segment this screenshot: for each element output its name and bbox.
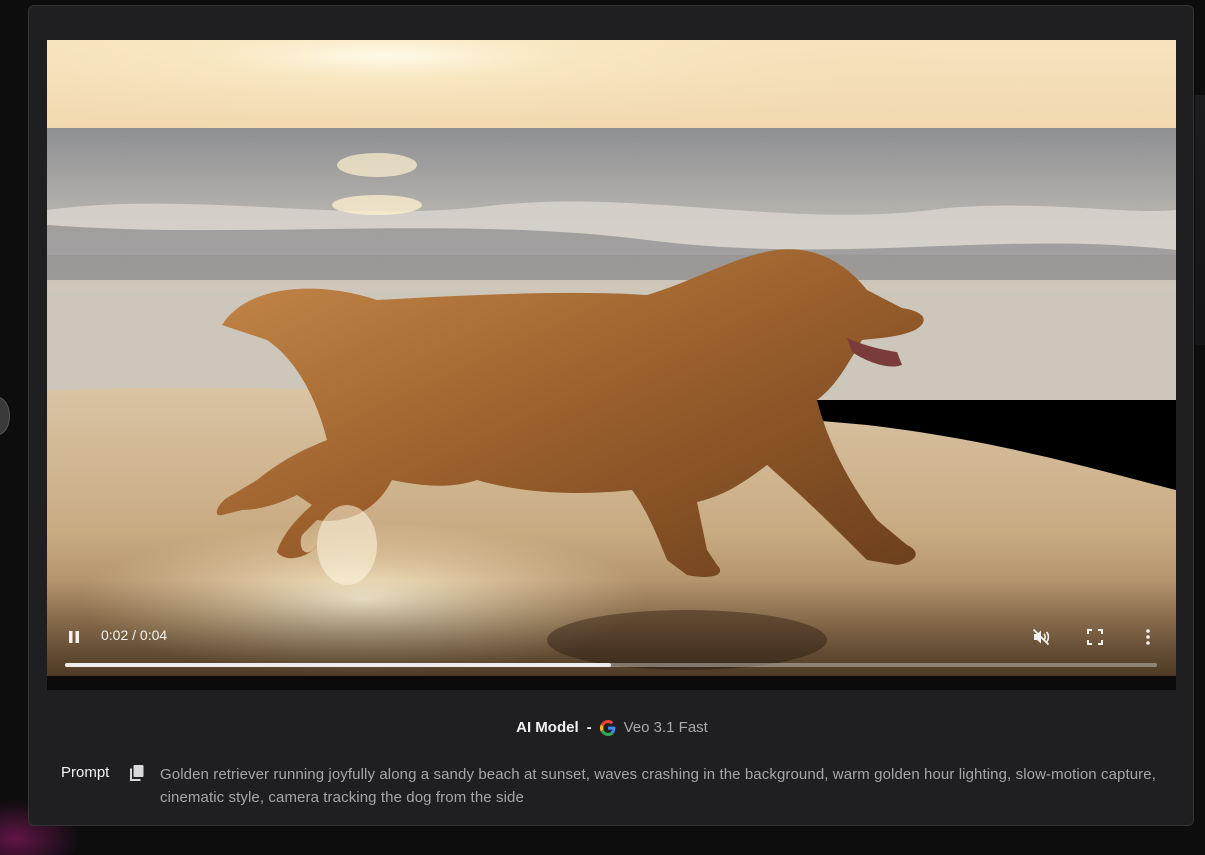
video-letterbox [47,676,1176,690]
more-vertical-icon [1146,629,1150,645]
pause-button[interactable] [61,624,87,650]
fullscreen-button[interactable] [1081,623,1109,651]
prompt-label: Prompt [61,764,110,781]
volume-muted-icon [1032,628,1050,646]
model-info: AI Model - Veo 3.1 Fast [29,719,1195,736]
prompt-text: Golden retriever running joyfully along … [160,766,1156,806]
google-g-icon [599,719,615,736]
side-nav-handle[interactable] [0,397,10,435]
video-player[interactable]: 0:02 / 0:04 [47,40,1176,690]
fullscreen-icon [1087,629,1103,645]
progress-bar[interactable] [65,663,1157,667]
playback-time: 0:02 / 0:04 [101,627,168,643]
video-result-card: 0:02 / 0:04 AI Model - Veo 3.1 Fast Prom… [28,5,1194,826]
mute-button[interactable] [1027,623,1055,651]
copy-icon[interactable] [129,764,145,782]
more-options-button[interactable] [1135,623,1161,651]
pause-icon [69,631,79,643]
model-name: Veo 3.1 Fast [623,719,708,736]
model-label: AI Model [516,719,579,736]
controls-overlay [47,580,1176,676]
progress-bar-fill [65,663,611,667]
background-panel-edge [1195,95,1205,345]
model-separator: - [586,719,592,736]
